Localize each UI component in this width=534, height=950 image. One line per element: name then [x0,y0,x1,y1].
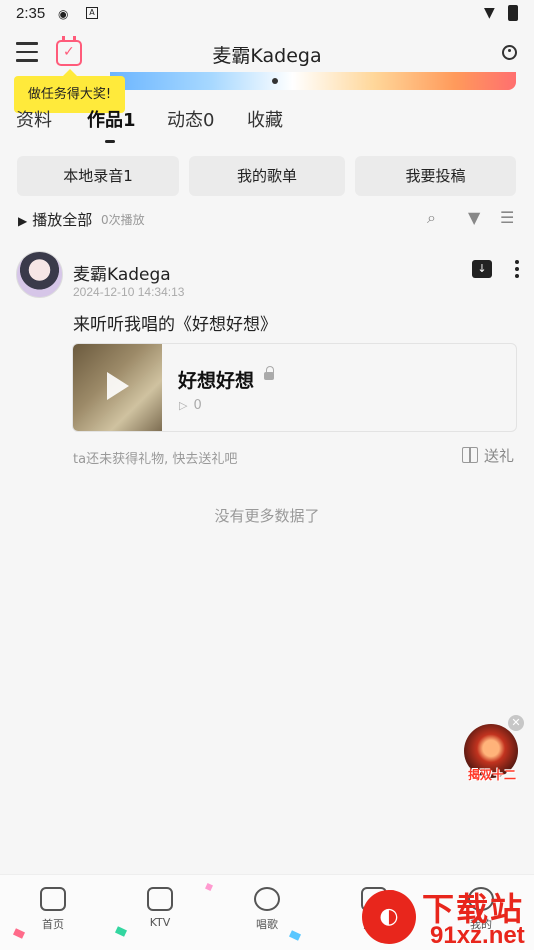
search-icon[interactable]: ⌕ [427,208,436,228]
nav-ktv-label: KTV [149,916,171,929]
nav-home-label: 首页 [42,918,64,931]
action-row: 本地录音1 我的歌单 我要投稿 [0,156,534,198]
music-note-icon [40,887,66,911]
status-bar: 2:35 ◉ A ▼ [0,0,534,30]
post-text: 来听听我唱的《好想好想》 [73,315,277,335]
nav-sing-label: 唱歌 [256,918,278,931]
wifi-icon: ▼ [484,5,495,21]
list-view-icon[interactable]: ☰ [500,208,514,227]
play-icon[interactable] [107,372,129,400]
top-bar: ✓ 麦霸Kadega [0,30,534,78]
nav-home[interactable]: 首页 [23,887,83,932]
floating-promo[interactable]: ✕ 揭双十二 [462,715,524,782]
song-cover[interactable] [73,344,162,431]
watermark: ◐ 下载站 91xz.net [362,882,534,950]
tv-icon [147,887,173,911]
post-time: 2024-12-10 14:34:13 [73,285,185,299]
play-count: 0次播放 [101,213,145,227]
play-outline-icon: ▷ [179,399,188,412]
more-icon[interactable] [515,260,519,278]
gift-note: ta还未获得礼物, 快去送礼吧 [73,452,238,467]
play-icon: ▶ [18,214,28,228]
download-icon[interactable]: ↓ [472,260,492,278]
nav-sing[interactable]: 唱歌 [237,887,297,932]
banner-indicator [272,78,278,84]
my-playlist-button[interactable]: 我的歌单 [189,156,345,196]
microphone-icon [254,887,280,911]
song-card[interactable]: 好想好想 ▷ 0 [72,343,517,432]
song-play-count: ▷ 0 [179,398,202,413]
tab-active-indicator [105,140,115,143]
gift-icon [462,447,478,463]
filter-icon[interactable]: ▼ [468,208,480,227]
local-recordings-button[interactable]: 本地录音1 [17,156,179,196]
battery-icon [508,5,518,21]
tab-profile[interactable]: 资料 [16,106,52,132]
promo-label: 揭双十二 [467,768,516,782]
tab-works[interactable]: 作品1 [87,106,136,132]
close-icon[interactable]: ✕ [508,715,524,731]
watermark-logo: ◐ [362,890,416,944]
no-more-data: 没有更多数据了 [214,507,320,525]
a-icon: A [86,7,98,19]
tab-favorites[interactable]: 收藏 [247,106,283,132]
record-icon[interactable] [502,45,517,60]
song-title: 好想好想 [178,370,255,392]
send-gift-button[interactable]: 送礼 [462,445,514,466]
profile-tabs: 资料 作品1 动态0 收藏 [0,106,534,146]
tab-dynamics[interactable]: 动态0 [167,106,214,132]
lock-icon [264,366,274,380]
watermark-sub: 91xz.net [430,922,525,949]
weibo-icon: ◉ [58,7,69,21]
page-title: 麦霸Kadega [212,45,322,67]
post-author[interactable]: 麦霸Kadega [73,260,171,285]
banner-strip[interactable] [110,72,516,90]
play-all-label: 播放全部 [32,211,93,229]
play-all-row: ▶ 播放全部 0次播放 ⌕ ▼ ☰ [0,206,534,232]
submit-button[interactable]: 我要投稿 [355,156,516,196]
song-plays-value: 0 [193,398,202,413]
avatar[interactable] [16,251,63,298]
status-time: 2:35 [16,5,46,22]
nav-ktv[interactable]: KTV [130,887,190,929]
send-gift-label: 送礼 [484,447,515,465]
play-all-button[interactable]: ▶ 播放全部 [18,209,92,230]
